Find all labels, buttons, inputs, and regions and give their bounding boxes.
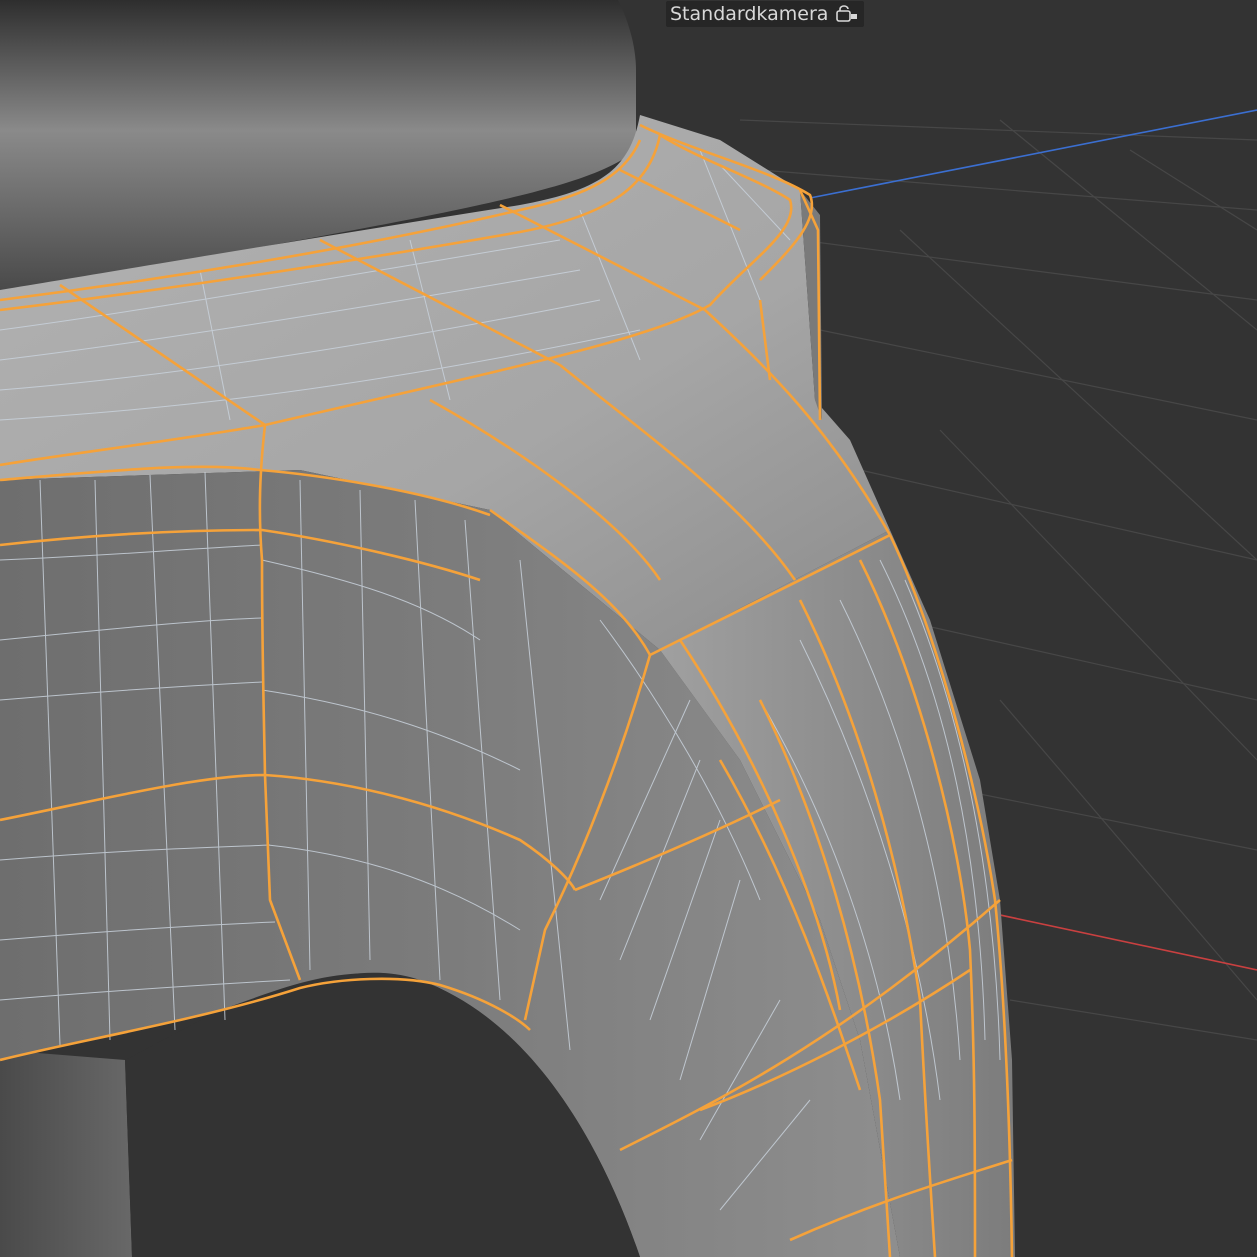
viewport-scene[interactable] xyxy=(0,0,1257,1257)
3d-viewport[interactable]: Standardkamera xyxy=(0,0,1257,1257)
camera-name: Standardkamera xyxy=(670,3,829,25)
leg-object[interactable] xyxy=(0,1050,132,1257)
camera-lock-icon[interactable] xyxy=(836,5,858,23)
camera-label[interactable]: Standardkamera xyxy=(666,1,865,27)
